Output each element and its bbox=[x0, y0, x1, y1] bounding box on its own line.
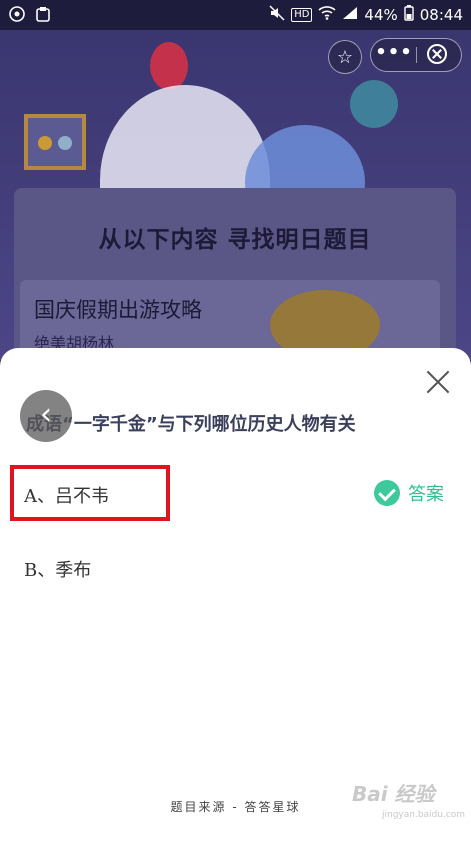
signal-icon bbox=[342, 6, 358, 24]
battery-icon bbox=[404, 5, 414, 25]
answer-indicator: 答案 bbox=[374, 480, 444, 506]
star-icon: ☆ bbox=[336, 46, 354, 68]
question-sheet: 成语“一字千金”与下列哪位历史人物有关 ‹ A、吕不韦 答案 B、季布 Bai … bbox=[0, 348, 471, 842]
wifi-icon bbox=[318, 6, 336, 24]
more-button[interactable]: ••• bbox=[371, 39, 417, 70]
gold-medal-icon bbox=[38, 136, 52, 150]
section-heading: 从以下内容 寻找明日题目 bbox=[98, 227, 372, 253]
planet-illustration bbox=[350, 80, 398, 128]
content-card: 从以下内容 寻找明日题目 国庆假期出游攻略 绝美胡杨林 bbox=[14, 188, 456, 360]
close-icon[interactable] bbox=[426, 370, 450, 394]
silver-medal-icon bbox=[58, 136, 72, 150]
clipboard-icon bbox=[34, 5, 52, 23]
app-notification-icon bbox=[8, 5, 26, 23]
chicken-comb-illustration bbox=[150, 42, 188, 90]
favorite-button[interactable]: ☆ bbox=[328, 40, 362, 74]
option-b[interactable]: B、季布 bbox=[24, 556, 324, 582]
miniprogram-capsule: ••• bbox=[370, 38, 462, 72]
background-page: 从以下内容 寻找明日题目 国庆假期出游攻略 绝美胡杨林 bbox=[0, 30, 471, 360]
more-icon: ••• bbox=[375, 42, 413, 63]
clock: 08:44 bbox=[419, 6, 463, 24]
question-text: 成语“一字千金”与下列哪位历史人物有关 bbox=[26, 414, 356, 435]
battery-percent: 44% bbox=[364, 6, 398, 24]
question-source: 题目来源 - 答答星球 bbox=[170, 800, 301, 814]
content-item-title: 国庆假期出游攻略 bbox=[34, 298, 202, 322]
answer-highlight-box bbox=[10, 465, 170, 521]
check-icon bbox=[374, 480, 400, 506]
answer-label: 答案 bbox=[408, 484, 444, 505]
back-arrow-icon: ‹ bbox=[40, 397, 52, 432]
back-button[interactable]: ‹ bbox=[20, 390, 72, 442]
status-bar: HD 44% 08:44 bbox=[0, 0, 471, 30]
mute-icon bbox=[269, 5, 285, 25]
hd-badge: HD bbox=[291, 8, 313, 22]
capsule-divider bbox=[416, 47, 417, 63]
medal-frame-illustration bbox=[24, 114, 86, 170]
close-circle-icon[interactable] bbox=[427, 44, 447, 64]
